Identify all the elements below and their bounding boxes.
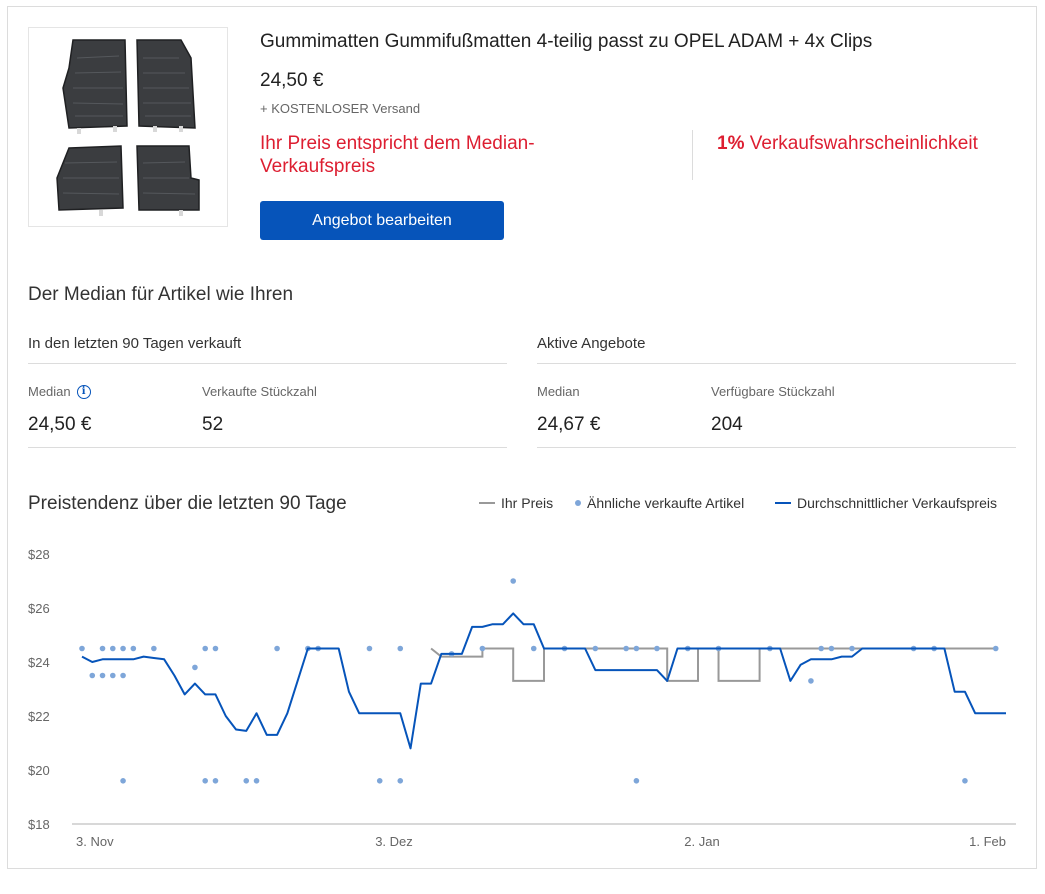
active-heading: Aktive Angebote	[537, 335, 646, 352]
sold-item-point	[212, 778, 219, 784]
sold-item-point	[253, 778, 260, 784]
sold-heading-divider	[28, 363, 507, 364]
sold-item-point	[397, 645, 404, 652]
x-tick-label: 2. Jan	[684, 834, 719, 849]
sold-item-point	[962, 778, 968, 784]
chart-title: Preistendenz über die letzten 90 Tage	[28, 493, 347, 514]
y-tick-label: $22	[28, 709, 50, 724]
x-tick-label: 3. Nov	[76, 834, 114, 849]
sold-item-point	[99, 645, 106, 652]
divider	[7, 868, 1037, 869]
sold-median-label: Median i	[28, 384, 91, 399]
listing-title[interactable]: Gummimatten Gummifußmatten 4-teilig pass…	[260, 31, 872, 53]
active-count-value: 204	[711, 414, 743, 435]
your-price-line	[430, 647, 996, 682]
sold-item-point	[243, 778, 250, 784]
sold-item-point	[510, 578, 516, 584]
sold-bottom-divider	[28, 447, 507, 448]
active-median-value: 24,67 €	[537, 414, 601, 435]
sold-count-value: 52	[202, 414, 224, 435]
active-median-label: Median	[537, 384, 580, 399]
floor-mats-image	[56, 39, 200, 216]
sold-item-point	[654, 645, 660, 652]
sold-item-point	[130, 645, 137, 652]
legend-label: Ähnliche verkaufte Artikel	[587, 495, 745, 511]
listing-price: 24,50 €	[260, 70, 324, 91]
sold-item-point	[828, 645, 835, 652]
sold-item-point	[849, 645, 855, 652]
y-tick-label: $20	[28, 763, 50, 778]
sold-item-point	[110, 672, 116, 679]
sold-item-point	[366, 645, 373, 652]
sold-item-point	[633, 778, 640, 784]
sold-item-point	[992, 645, 999, 652]
legend-dot-icon	[575, 500, 581, 506]
sold-item-point	[633, 645, 640, 652]
active-count-label: Verfügbare Stückzahl	[711, 384, 835, 399]
sold-item-point	[192, 664, 198, 671]
legend-label: Durchschnittlicher Verkaufspreis	[797, 495, 997, 511]
sold-item-point	[99, 672, 106, 679]
price-trend-chart: $28 $26 $24 $22 $20 $18 3. Nov 3. Dez 2. Jan 1. F…	[28, 547, 1016, 849]
sold-item-point	[202, 645, 208, 652]
legend-line-icon	[775, 502, 791, 504]
sold-item-point	[202, 778, 208, 784]
sold-item-point	[397, 778, 404, 784]
sold-item-point	[110, 645, 116, 652]
legend-line-icon	[479, 502, 495, 504]
active-bottom-divider	[537, 447, 1016, 448]
legend-similar-sold[interactable]: Ähnliche verkaufte Artikel	[575, 495, 744, 511]
sold-item-point	[79, 645, 85, 652]
info-icon[interactable]: i	[76, 384, 91, 399]
legend-your-price[interactable]: Ihr Preis	[479, 495, 553, 511]
median-price-note: Ihr Preis entspricht dem Median-Verkaufs…	[260, 133, 535, 177]
sold-item-point	[120, 778, 126, 784]
sold-item-point	[212, 645, 219, 652]
shipping-info: + KOSTENLOSER Versand	[260, 101, 421, 116]
edit-listing-button[interactable]: Angebot bearbeiten	[260, 201, 504, 240]
product-image[interactable]	[28, 27, 228, 227]
sold-item-point	[89, 672, 96, 679]
sale-probability-label: Verkaufswahrscheinlichkeit	[749, 133, 978, 154]
sold-item-point	[530, 645, 537, 652]
sold-item-point	[120, 645, 126, 652]
legend-label: Ihr Preis	[501, 495, 554, 511]
median-section-title: Der Median für Artikel wie Ihren	[28, 284, 294, 305]
sold-item-point	[120, 672, 126, 679]
vertical-divider	[692, 130, 693, 180]
y-tick-label: $18	[28, 817, 50, 832]
sold-item-point	[592, 645, 599, 652]
sold-median-value: 24,50 €	[28, 414, 92, 435]
active-heading-divider	[537, 363, 1016, 364]
sold-item-point	[623, 645, 629, 652]
sold-median-label-text: Median	[28, 384, 71, 399]
sold-count-label: Verkaufte Stückzahl	[202, 384, 317, 399]
sold-item-point	[151, 645, 157, 652]
x-tick-label: 1. Feb	[969, 834, 1006, 849]
legend-average-price[interactable]: Durchschnittlicher Verkaufspreis	[775, 495, 997, 511]
sold-heading: In den letzten 90 Tagen verkauft	[28, 335, 242, 352]
y-tick-label: $24	[28, 655, 50, 670]
sold-item-point	[818, 645, 824, 652]
sale-probability-value: 1%	[717, 133, 745, 154]
y-tick-label: $26	[28, 601, 50, 616]
sold-item-point	[808, 678, 814, 684]
sold-item-point	[274, 645, 280, 652]
y-tick-label: $28	[28, 547, 50, 562]
sale-probability: 1% Verkaufswahrscheinlichkeit	[717, 133, 978, 155]
x-tick-label: 3. Dez	[375, 834, 413, 849]
sold-item-point	[479, 645, 486, 652]
sold-item-point	[376, 778, 383, 784]
